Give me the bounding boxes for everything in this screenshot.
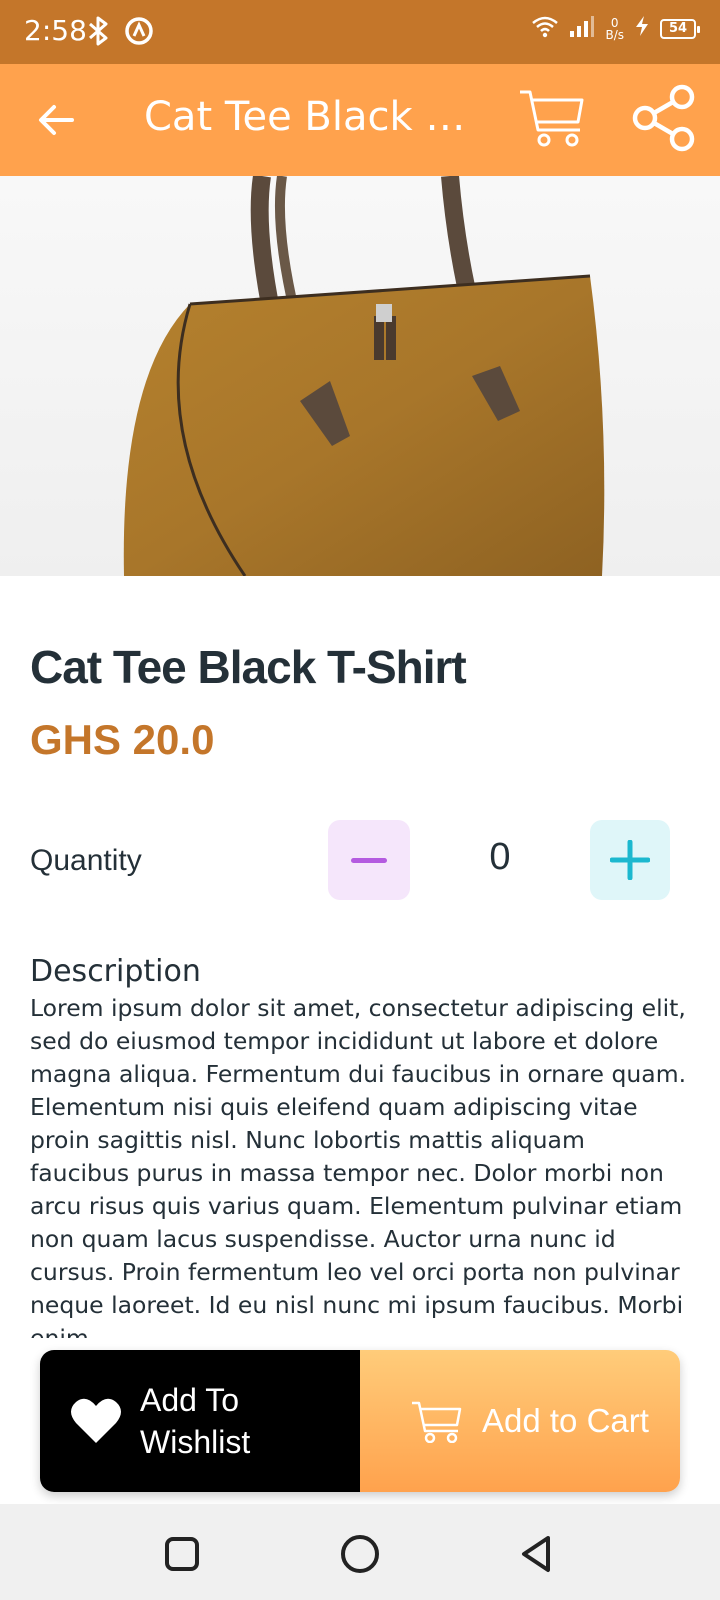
network-speed: 0 B/s <box>605 15 624 42</box>
cart-icon <box>412 1401 462 1443</box>
heart-icon <box>71 1398 121 1443</box>
system-nav-bar <box>0 1504 720 1600</box>
back-arrow-icon <box>39 105 74 135</box>
triangle-back-icon <box>522 1536 550 1572</box>
page-title: Cat Tee Black T... <box>144 94 474 140</box>
description-heading: Description <box>30 954 201 989</box>
battery-indicator: 54 <box>660 18 700 39</box>
wishlist-label: Add To Wishlist <box>140 1382 251 1460</box>
cart-button[interactable] <box>518 86 586 150</box>
home-button[interactable] <box>338 1532 382 1576</box>
status-bar: 2:58 0 B/s 54 <box>0 0 720 64</box>
product-price: GHS 20.0 <box>30 716 215 763</box>
add-to-cart-button[interactable]: Add to Cart <box>360 1350 680 1492</box>
status-time: 2:58 <box>24 14 87 47</box>
back-button[interactable] <box>30 94 82 146</box>
recents-button[interactable] <box>160 1532 204 1576</box>
back-nav-button[interactable] <box>514 1532 558 1576</box>
share-button[interactable] <box>632 84 696 152</box>
decrease-quantity-button[interactable] <box>328 820 410 900</box>
signal-icon <box>569 14 595 43</box>
quantity-label: Quantity <box>30 844 142 877</box>
square-icon <box>165 1537 199 1571</box>
charging-icon <box>634 15 650 42</box>
share-icon <box>632 84 695 152</box>
app-bar: Cat Tee Black T... <box>0 64 720 176</box>
description-text: Lorem ipsum dolor sit amet, consectetur … <box>30 994 687 1338</box>
plus-icon <box>610 840 650 880</box>
minus-icon <box>351 857 387 863</box>
product-name: Cat Tee Black T-Shirt <box>30 641 467 693</box>
bluetooth-icon <box>86 16 112 51</box>
cart-icon <box>520 90 584 147</box>
sync-icon <box>124 16 154 51</box>
action-bar: Add To Wishlist Add to Cart <box>40 1350 680 1492</box>
quantity-value: 0 <box>489 836 511 878</box>
add-to-wishlist-button[interactable]: Add To Wishlist <box>40 1350 360 1492</box>
increase-quantity-button[interactable] <box>590 820 670 900</box>
handbag-image <box>123 176 605 576</box>
add-to-cart-label: Add to Cart <box>482 1402 649 1439</box>
circle-icon <box>341 1535 379 1573</box>
product-image <box>0 176 720 576</box>
wifi-icon <box>531 14 559 43</box>
